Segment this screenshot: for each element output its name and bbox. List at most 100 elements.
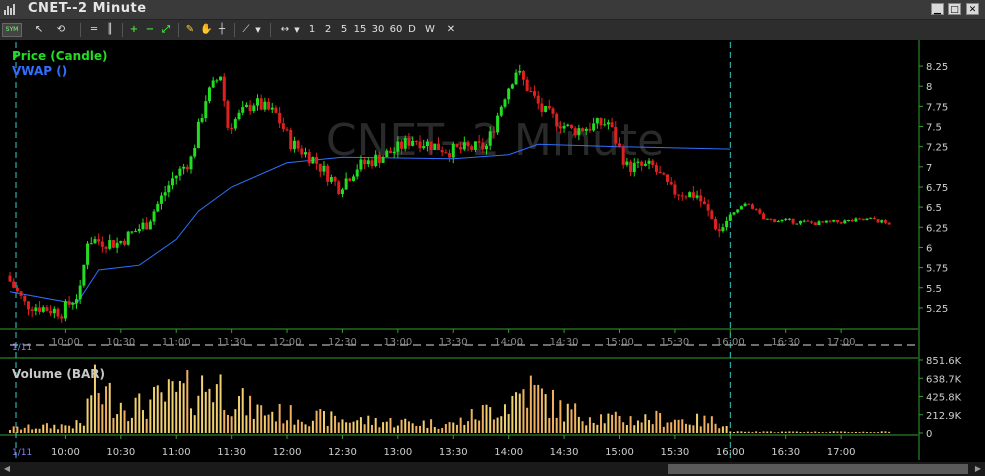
horizontal-scrollbar[interactable]: ◀ ▶ bbox=[0, 462, 985, 476]
volume-bar bbox=[570, 409, 573, 433]
time-label-upper: 17:00 bbox=[827, 337, 856, 348]
volume-bar bbox=[566, 403, 569, 433]
timeframe-2min[interactable]: 2 bbox=[322, 23, 334, 37]
close-chart-button[interactable]: ✕ bbox=[445, 23, 457, 37]
candle-body bbox=[200, 118, 204, 122]
candle-body bbox=[806, 220, 810, 222]
chevron-down-icon[interactable]: ▼ bbox=[254, 23, 262, 37]
candle-body bbox=[296, 140, 300, 149]
volume-bar bbox=[862, 431, 865, 433]
volume-bar bbox=[648, 420, 651, 433]
candle-body bbox=[588, 128, 592, 131]
scrollbar-thumb[interactable] bbox=[668, 464, 968, 474]
trendline-icon[interactable]: ⟋ bbox=[240, 23, 252, 37]
refresh-icon[interactable]: ⟲ bbox=[54, 23, 68, 37]
volume-bar bbox=[190, 408, 192, 433]
volume-bar bbox=[481, 405, 484, 433]
horizontal-layout-icon[interactable]: ═ bbox=[88, 23, 100, 37]
volume-bar bbox=[563, 421, 566, 433]
volume-bar bbox=[659, 413, 662, 433]
volume-bar bbox=[27, 424, 30, 433]
candle-body bbox=[207, 87, 211, 102]
volume-bar bbox=[407, 421, 410, 433]
volume-bar bbox=[123, 410, 126, 433]
scroll-right-arrow[interactable]: ▶ bbox=[973, 464, 983, 474]
candle-body bbox=[145, 222, 149, 230]
timeframe-15min[interactable]: 15 bbox=[353, 23, 367, 37]
timeframe-60min[interactable]: 60 bbox=[389, 23, 403, 37]
candle-body bbox=[86, 243, 90, 265]
cursor-tool-icon[interactable]: ↖ bbox=[32, 23, 46, 37]
volume-bar bbox=[692, 425, 695, 433]
chevron-down-icon[interactable]: ▼ bbox=[293, 23, 301, 37]
scroll-left-arrow[interactable]: ◀ bbox=[2, 464, 12, 474]
time-label-upper: 11:30 bbox=[217, 337, 246, 348]
candle-body bbox=[230, 127, 234, 129]
timeframe-1min[interactable]: 1 bbox=[306, 23, 318, 37]
fit-screen-icon[interactable]: ⤢ bbox=[160, 23, 172, 37]
candle-body bbox=[551, 108, 555, 114]
price-tick-label: 5.75 bbox=[926, 264, 948, 275]
scroll-arrows-icon[interactable]: ↔ bbox=[278, 23, 292, 37]
candle-body bbox=[41, 307, 45, 312]
volume-bar bbox=[817, 432, 820, 433]
volume-bar bbox=[271, 411, 274, 433]
draw-pencil-icon[interactable]: ✎ bbox=[184, 23, 196, 37]
candle-body bbox=[566, 124, 570, 126]
volume-bar bbox=[489, 407, 492, 433]
volume-bar bbox=[252, 418, 255, 433]
candle-body bbox=[12, 281, 16, 288]
maximize-button[interactable]: □ bbox=[948, 3, 961, 15]
timeframe-weekly[interactable]: W bbox=[423, 23, 437, 37]
candle-body bbox=[30, 309, 34, 311]
time-label-lower: 16:00 bbox=[716, 447, 745, 458]
hand-pan-icon[interactable]: ✋ bbox=[200, 23, 212, 37]
volume-bar bbox=[23, 427, 26, 433]
candle-body bbox=[732, 212, 736, 215]
zoom-in-icon[interactable]: + bbox=[128, 23, 140, 37]
candle-body bbox=[481, 142, 485, 150]
candle-body bbox=[148, 221, 152, 230]
volume-bar bbox=[766, 431, 769, 433]
candle-body bbox=[130, 231, 134, 233]
volume-bar bbox=[781, 431, 784, 433]
candle-body bbox=[640, 161, 644, 166]
vertical-layout-icon[interactable]: ║ bbox=[104, 23, 116, 37]
candle-body bbox=[558, 126, 562, 129]
volume-bar bbox=[596, 424, 599, 433]
volume-bar bbox=[526, 407, 529, 433]
candle-body bbox=[872, 217, 876, 220]
volume-bar bbox=[515, 392, 518, 433]
minimize-button[interactable]: ▁ bbox=[931, 3, 944, 15]
candle-body bbox=[817, 221, 821, 226]
candle-body bbox=[750, 204, 754, 209]
volume-bar bbox=[182, 383, 185, 433]
time-label-upper: 14:00 bbox=[494, 337, 523, 348]
timeframe-5min[interactable]: 5 bbox=[338, 23, 350, 37]
candle-body bbox=[278, 112, 282, 124]
price-chart[interactable]: CNET--2 Minute 8.2587.757.57.2576.756.56… bbox=[0, 40, 985, 476]
volume-bar bbox=[60, 424, 63, 433]
volume-bar bbox=[614, 411, 617, 433]
volume-bar bbox=[792, 431, 795, 433]
price-tick-label: 7 bbox=[926, 163, 932, 174]
symbol-link-icon[interactable]: SYM bbox=[2, 23, 22, 37]
candle-body bbox=[126, 231, 130, 245]
timeframe-30min[interactable]: 30 bbox=[371, 23, 385, 37]
candle-body bbox=[233, 119, 237, 129]
volume-bar bbox=[684, 423, 687, 433]
candle-body bbox=[617, 143, 621, 147]
candle-body bbox=[466, 142, 470, 147]
date-label-upper: 1/11 bbox=[12, 343, 32, 353]
time-label-lower: 10:00 bbox=[51, 447, 80, 458]
timeframe-daily[interactable]: D bbox=[406, 23, 418, 37]
volume-bar bbox=[725, 426, 728, 433]
candle-body bbox=[647, 160, 651, 164]
candle-body bbox=[366, 160, 370, 165]
volume-bar bbox=[311, 420, 314, 433]
candle-body bbox=[311, 157, 315, 164]
close-window-button[interactable]: ✕ bbox=[966, 3, 979, 15]
zoom-out-icon[interactable]: − bbox=[144, 23, 156, 37]
time-label-lower: 14:30 bbox=[550, 447, 579, 458]
crosshair-icon[interactable]: ┼ bbox=[216, 23, 228, 37]
